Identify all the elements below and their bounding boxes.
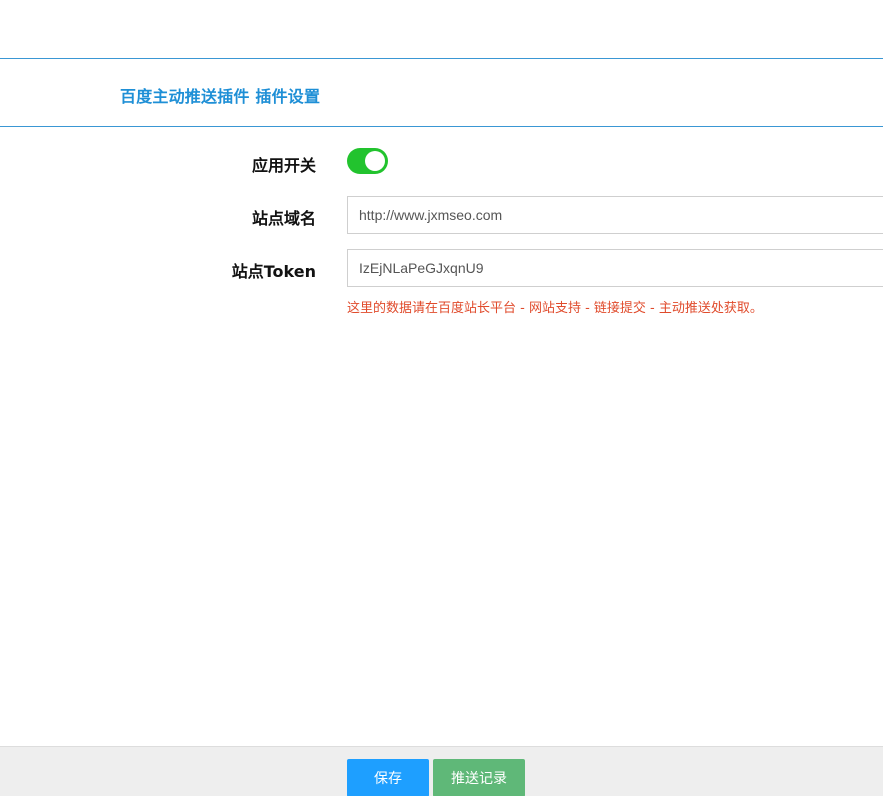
domain-label: 站点域名 [251, 209, 316, 228]
app-enable-toggle[interactable] [347, 148, 388, 174]
token-hint-text: 这里的数据请在百度站长平台 - 网站支持 - 链接提交 - 主动推送处获取。 [347, 301, 763, 316]
page-title: 百度主动推送插件 插件设置 [120, 87, 321, 106]
footer-bar: 保存 推送记录 [0, 746, 883, 796]
switch-label: 应用开关 [251, 156, 316, 175]
toggle-knob [365, 151, 385, 171]
plugin-settings-page: 百度主动推送插件 插件设置 应用开关 站点域名 站点Token 这里的数据请在百… [0, 0, 883, 796]
site-token-input[interactable] [347, 249, 883, 287]
settings-header: 百度主动推送插件 插件设置 [0, 58, 883, 127]
token-label: 站点Token [231, 262, 316, 281]
push-log-button[interactable]: 推送记录 [433, 759, 525, 796]
save-button[interactable]: 保存 [347, 759, 429, 796]
site-domain-input[interactable] [347, 196, 883, 234]
